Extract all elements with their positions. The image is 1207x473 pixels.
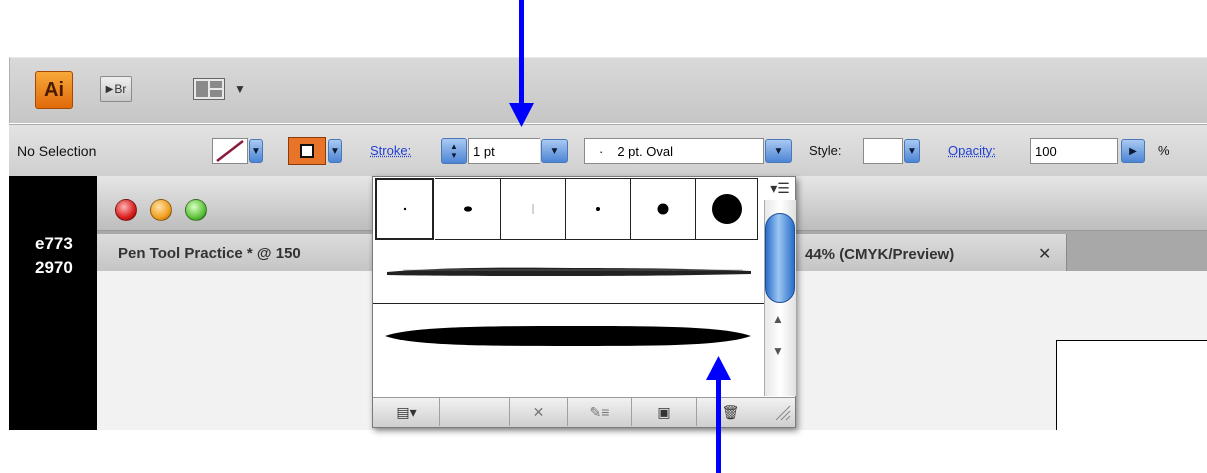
- scroll-up-icon[interactable]: ▲: [772, 312, 784, 326]
- brush-dot-medium-icon: [657, 203, 669, 215]
- brush-swatch-oval-flat[interactable]: [435, 178, 501, 240]
- fill-color-dropdown[interactable]: ▼: [328, 139, 342, 163]
- fill-color-swatch[interactable]: [288, 137, 326, 165]
- brush-tapered-oval-stroke[interactable]: [373, 304, 764, 396]
- brush-swatch-dot-large[interactable]: [696, 178, 758, 240]
- stroke-label[interactable]: Stroke:: [370, 143, 411, 158]
- stroke-weight-value: 1 pt: [473, 143, 495, 159]
- stroke-weight-input[interactable]: 1 pt: [468, 138, 540, 164]
- go-to-bridge-button[interactable]: ▶ Br: [100, 76, 132, 102]
- brush-definition-dropdown[interactable]: ▼: [765, 139, 792, 163]
- none-slash-icon: [216, 140, 244, 162]
- opacity-input[interactable]: 100: [1030, 138, 1118, 164]
- selection-status: No Selection: [17, 143, 97, 159]
- step-up-icon: ▲: [450, 142, 458, 151]
- resize-grip-lines: [775, 405, 791, 421]
- brush-libraries-icon[interactable]: ▤▾: [374, 398, 440, 426]
- annotation-arrow-down-icon: [509, 103, 534, 127]
- sidebar-text: 2970: [35, 258, 73, 277]
- fill-swatch-inner: [300, 144, 314, 158]
- remove-stroke-icon[interactable]: ✕: [510, 398, 568, 426]
- brush-options-icon[interactable]: ✎≡: [568, 398, 632, 426]
- stroke-color-dropdown[interactable]: ▼: [249, 139, 263, 163]
- brush-swatch-dot-medium[interactable]: [631, 178, 696, 240]
- brush-dot-small-icon: [596, 207, 600, 211]
- new-brush-icon[interactable]: ▣: [632, 398, 697, 426]
- close-tab-icon[interactable]: ✕: [1038, 244, 1051, 264]
- brush-definition-value: 2 pt. Oval: [617, 143, 673, 159]
- stroke-color-swatch[interactable]: [212, 138, 248, 164]
- graphic-style-swatch[interactable]: [863, 138, 903, 164]
- stroke-weight-dropdown[interactable]: ▼: [541, 139, 568, 163]
- minimize-window-button[interactable]: [150, 199, 172, 221]
- dark-panel: [9, 176, 97, 430]
- annotation-arrow-shaft-bottom: [716, 378, 721, 473]
- brush-oval-flat-icon: [463, 206, 472, 212]
- brush-definition-field[interactable]: · 2 pt. Oval: [584, 138, 764, 164]
- delete-brush-icon[interactable]: 🗑: [697, 398, 764, 426]
- brush-dot-tiny-icon: [403, 207, 406, 211]
- document-tab-title: Pen Tool Practice * @ 150: [118, 245, 301, 262]
- arrange-documents-icon[interactable]: [193, 78, 225, 100]
- opacity-slider-button[interactable]: ▶: [1121, 139, 1145, 163]
- panel-menu-icon[interactable]: ▾☰: [764, 178, 796, 200]
- style-label: Style:: [809, 143, 842, 158]
- resize-grip-icon[interactable]: [772, 402, 792, 422]
- close-window-button[interactable]: [115, 199, 137, 221]
- application-bar: [9, 57, 1207, 123]
- scrollbar-thumb[interactable]: [765, 213, 795, 303]
- annotation-arrow-shaft-top: [519, 0, 524, 108]
- bridge-icon: ▶: [105, 83, 114, 95]
- brush-swatch-line-thin[interactable]: [501, 178, 566, 240]
- chevron-down-icon[interactable]: ▼: [234, 82, 246, 96]
- brush-dot-large-icon: [711, 194, 742, 224]
- opacity-label[interactable]: Opacity:: [948, 143, 996, 158]
- zoom-window-button[interactable]: [185, 199, 207, 221]
- brush-charcoal-stroke[interactable]: [373, 241, 764, 304]
- stroke-weight-stepper[interactable]: ▲ ▼: [441, 138, 467, 164]
- charcoal-stroke-icon: [387, 267, 751, 276]
- step-down-icon: ▼: [450, 151, 458, 160]
- opacity-value: 100: [1035, 143, 1057, 159]
- sidebar-text: e773: [35, 234, 73, 253]
- brush-line-thin-icon: [532, 204, 534, 214]
- illustrator-logo: Ai: [35, 71, 73, 109]
- opacity-unit: %: [1158, 143, 1170, 158]
- bridge-label: Br: [114, 82, 127, 96]
- brush-swatch-dot-tiny[interactable]: [375, 178, 434, 240]
- graphic-style-dropdown[interactable]: ▼: [904, 139, 920, 163]
- spacer: [440, 398, 510, 426]
- artboard[interactable]: [1056, 340, 1207, 430]
- scroll-down-icon[interactable]: ▼: [772, 344, 784, 358]
- annotation-arrow-up-icon: [706, 356, 731, 380]
- brush-bullet: ·: [599, 143, 604, 159]
- brush-swatch-dot-small[interactable]: [566, 178, 631, 240]
- document-tab-title-continued: 44% (CMYK/Preview): [805, 246, 955, 263]
